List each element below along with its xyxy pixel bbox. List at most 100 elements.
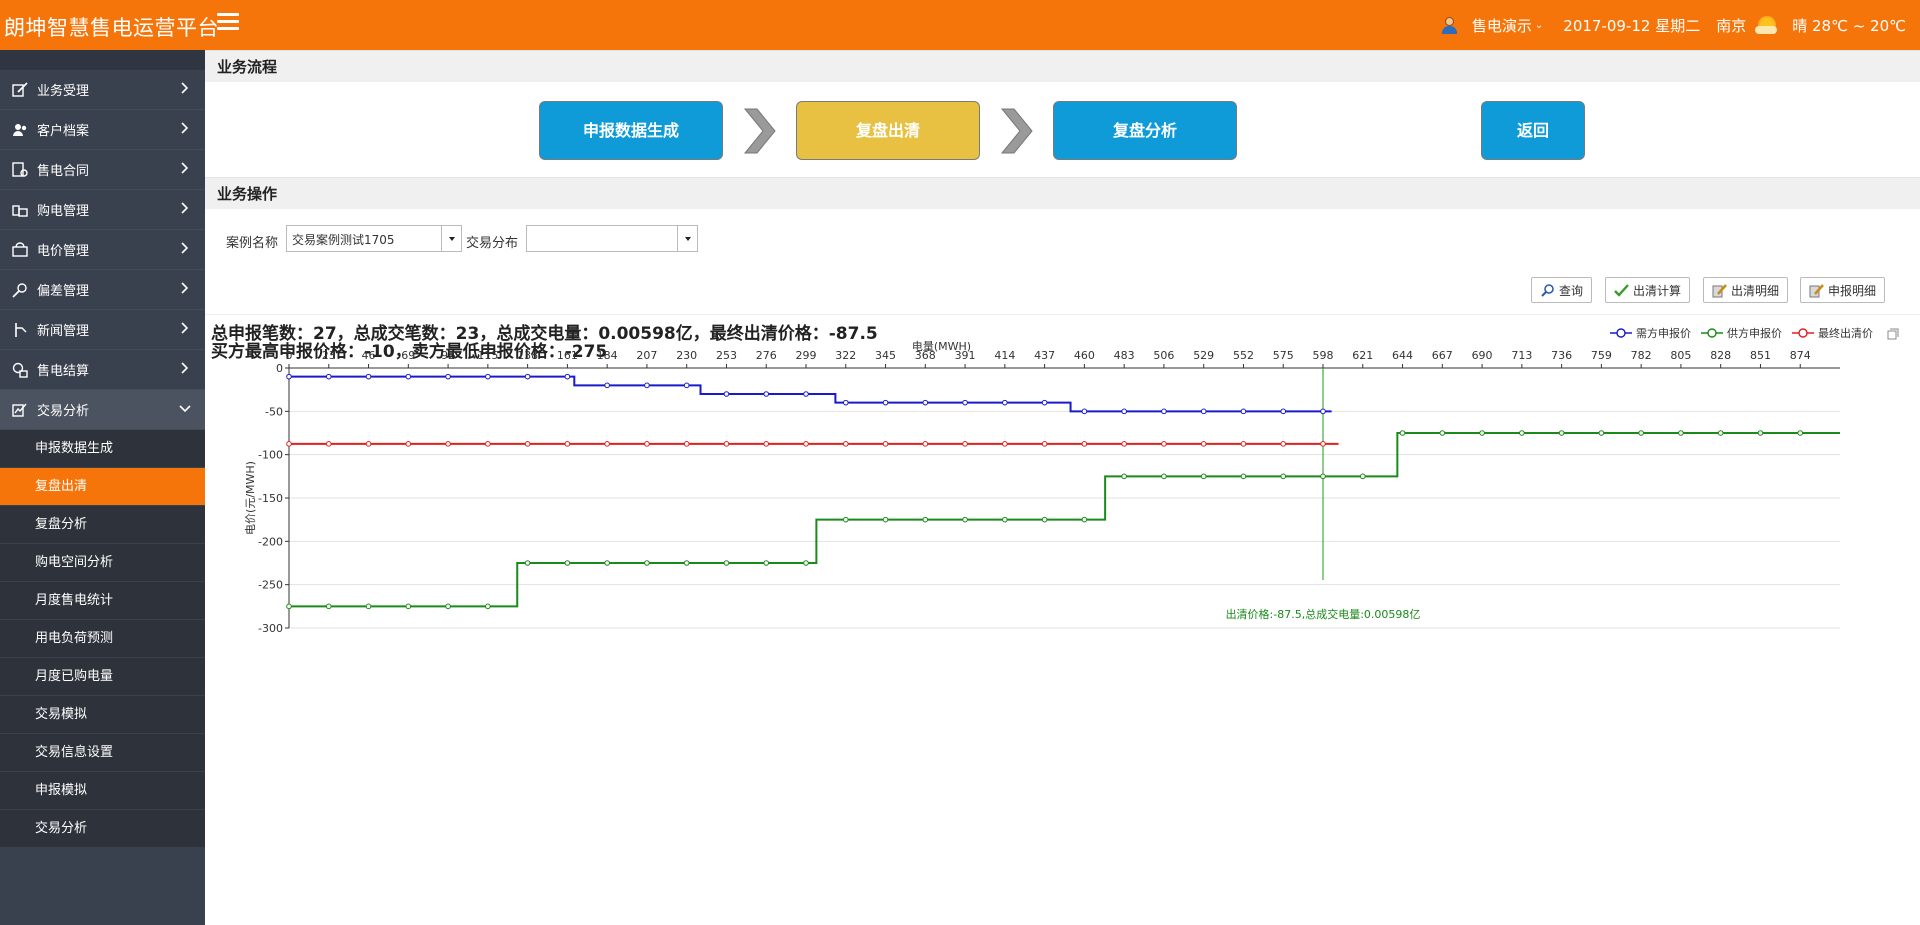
data-point bbox=[1002, 516, 1008, 523]
data-point bbox=[1200, 473, 1207, 480]
data-point bbox=[325, 603, 332, 610]
menu-toggle-icon[interactable] bbox=[217, 13, 239, 33]
data-point bbox=[604, 441, 610, 447]
sidebar-item[interactable]: 电价管理 bbox=[0, 230, 205, 270]
data-point bbox=[365, 441, 372, 447]
edit-detail-icon bbox=[1809, 283, 1824, 297]
clearing-chart: 0 -50 -100 -150 -200 -250 -300 0 23 46 69 92 115 138 1… bbox=[244, 340, 1840, 635]
x-tick-label: 322 bbox=[835, 349, 856, 362]
clear-calc-button[interactable]: 出清计算 bbox=[1605, 277, 1691, 303]
data-point bbox=[365, 603, 372, 610]
trade-dist-select[interactable] bbox=[526, 225, 698, 252]
data-point bbox=[882, 516, 889, 523]
submenu-item[interactable]: 复盘分析 bbox=[0, 506, 205, 544]
trade-dist-label: 交易分布 bbox=[466, 236, 519, 251]
submenu-item[interactable]: 月度售电统计 bbox=[0, 582, 205, 620]
report-detail-label: 申报明细 bbox=[1828, 283, 1877, 298]
data-point bbox=[1161, 473, 1167, 480]
data-point bbox=[1240, 408, 1247, 415]
clear-detail-button[interactable]: 出清明细 bbox=[1703, 277, 1789, 303]
contract-icon bbox=[12, 161, 28, 178]
y-tick-label: -200 bbox=[258, 535, 283, 548]
x-tick-label: 253 bbox=[716, 349, 737, 362]
search-icon bbox=[1541, 283, 1554, 297]
data-point bbox=[1121, 408, 1127, 415]
case-name-select[interactable]: 交易案例测试1705 bbox=[286, 225, 462, 252]
data-point bbox=[1399, 430, 1406, 436]
submenu-item[interactable]: 交易模拟 bbox=[0, 696, 205, 734]
sidebar-item[interactable]: 售电合同 bbox=[0, 150, 205, 190]
submenu-item[interactable]: 交易信息设置 bbox=[0, 734, 205, 772]
back-button[interactable]: 返回 bbox=[1481, 101, 1585, 160]
x-tick-label: 713 bbox=[1511, 349, 1532, 362]
sidebar-item[interactable]: 购电管理 bbox=[0, 190, 205, 230]
x-tick-label: 759 bbox=[1591, 349, 1612, 362]
x-tick-label: 161 bbox=[557, 349, 578, 362]
data-point bbox=[1041, 399, 1048, 406]
user-menu[interactable]: 售电演示 ⌄ bbox=[1472, 15, 1543, 36]
data-point bbox=[524, 441, 531, 447]
x-tick-label: 276 bbox=[756, 349, 777, 362]
chevron-right-icon bbox=[179, 162, 191, 174]
submenu-item[interactable]: 购电空间分析 bbox=[0, 544, 205, 582]
data-point bbox=[1757, 430, 1764, 436]
flow-step-replay-analysis-button[interactable]: 复盘分析 bbox=[1053, 101, 1237, 160]
sidebar-item[interactable]: 售电结算 bbox=[0, 350, 205, 390]
report-detail-button[interactable]: 申报明细 bbox=[1800, 277, 1886, 303]
sidebar-item-label: 购电管理 bbox=[37, 204, 90, 219]
chevron-down-icon[interactable] bbox=[677, 226, 697, 251]
chevron-down-icon[interactable] bbox=[441, 226, 461, 251]
data-point bbox=[882, 399, 889, 406]
x-tick-label: 92 bbox=[441, 349, 455, 362]
check-icon bbox=[1614, 283, 1629, 297]
data-point bbox=[1320, 441, 1326, 447]
data-point bbox=[1161, 408, 1167, 415]
data-point bbox=[604, 560, 610, 566]
data-point bbox=[1320, 473, 1326, 480]
data-point bbox=[325, 441, 332, 447]
sidebar-item[interactable]: 偏差管理 bbox=[0, 270, 205, 310]
data-point bbox=[1081, 408, 1088, 415]
data-point bbox=[524, 560, 531, 566]
data-point bbox=[1240, 473, 1247, 480]
chevron-right-icon bbox=[179, 82, 191, 94]
data-point bbox=[1002, 399, 1008, 406]
data-point bbox=[564, 441, 571, 447]
submenu-item[interactable]: 申报数据生成 bbox=[0, 430, 205, 468]
submenu-item[interactable]: 交易分析 bbox=[0, 810, 205, 848]
submenu-item[interactable]: 用电负荷预测 bbox=[0, 620, 205, 658]
submenu-item[interactable]: 申报模拟 bbox=[0, 772, 205, 810]
sidebar-item-label: 售电合同 bbox=[37, 164, 90, 179]
y-tick-label: -150 bbox=[258, 492, 283, 505]
x-tick-label: 782 bbox=[1631, 349, 1652, 362]
query-button[interactable]: 查询 bbox=[1531, 277, 1593, 303]
data-point bbox=[286, 441, 292, 447]
x-tick-label: 575 bbox=[1273, 349, 1294, 362]
edit-detail-icon bbox=[1712, 283, 1727, 297]
user-avatar-icon bbox=[1440, 16, 1458, 34]
x-tick-label: 483 bbox=[1114, 349, 1135, 362]
submenu-item[interactable]: 复盘出清 bbox=[0, 468, 205, 506]
x-tick-label: 828 bbox=[1710, 349, 1731, 362]
sidebar-item[interactable]: 业务受理 bbox=[0, 70, 205, 110]
data-point bbox=[564, 373, 571, 380]
sidebar-item[interactable]: 交易分析 bbox=[0, 390, 205, 430]
sidebar-item[interactable]: 客户档案 bbox=[0, 110, 205, 150]
series-line bbox=[289, 375, 1332, 413]
case-name-label: 案例名称 bbox=[226, 236, 279, 251]
data-point bbox=[723, 441, 730, 447]
x-tick-label: 529 bbox=[1193, 349, 1214, 362]
data-point bbox=[445, 373, 451, 380]
analysis-icon bbox=[12, 402, 28, 418]
flow-step-report-generate-button[interactable]: 申报数据生成 bbox=[539, 101, 723, 160]
flow-arrow-icon bbox=[743, 108, 776, 154]
data-point bbox=[1081, 516, 1088, 523]
data-point bbox=[683, 382, 690, 389]
submenu-item[interactable]: 月度已购电量 bbox=[0, 658, 205, 696]
ops-toolbar: 查询 出清计算 出清明细 申报明细 bbox=[205, 271, 1920, 315]
x-axis-title: 电量(MWH) bbox=[912, 340, 971, 353]
flow-step-replay-clear-button[interactable]: 复盘出清 bbox=[796, 101, 980, 160]
chevron-right-icon bbox=[179, 282, 191, 294]
sidebar-item[interactable]: 新闻管理 bbox=[0, 310, 205, 350]
data-point bbox=[1439, 430, 1446, 436]
